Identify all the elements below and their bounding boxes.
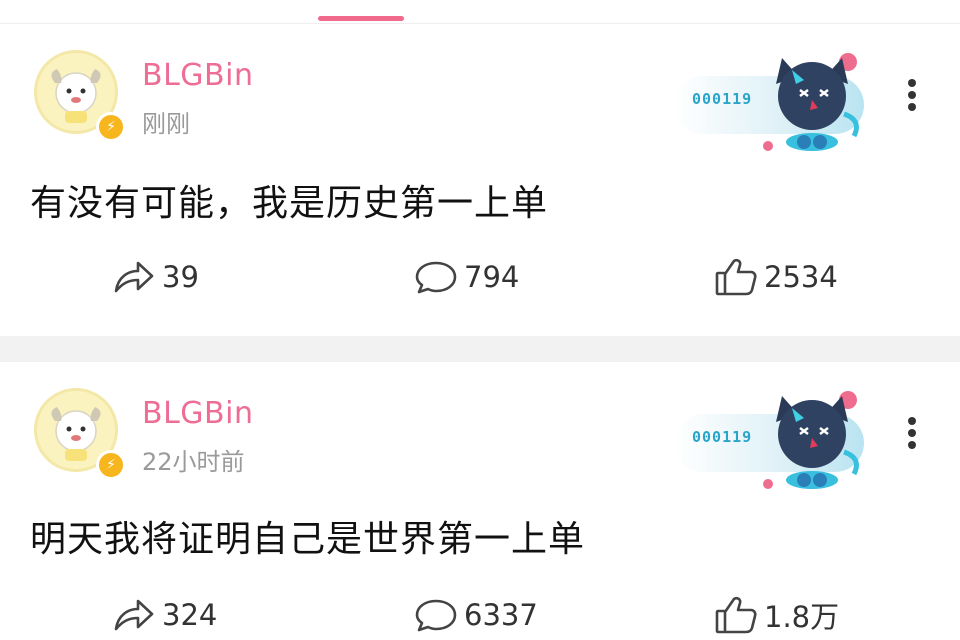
comment-button[interactable]: 794 [414,252,519,302]
fan-card[interactable]: 000119 [672,388,868,492]
share-arrow-icon [114,599,154,631]
like-count: 1.8万 [764,600,840,634]
share-button[interactable]: 39 [112,252,199,302]
share-button[interactable]: 324 [112,590,217,640]
more-dot [908,103,916,111]
thumbs-up-icon [715,258,757,296]
lightning-icon: ⚡ [96,450,126,480]
username[interactable]: BLGBin [142,58,253,93]
username[interactable]: BLGBin [142,396,253,431]
post-card[interactable]: ⚡ BLGBin 刚刚 000119 有没有可能，我是历史第一上单 39 794… [0,24,960,336]
avatar[interactable]: ⚡ [34,388,126,480]
share-arrow-icon [114,261,154,293]
like-button[interactable]: 1.8万 [714,590,839,640]
comment-count: 794 [464,260,520,294]
top-tab-bar [0,0,960,24]
cat-mascot-icon [763,391,859,489]
comment-button[interactable]: 6337 [414,590,538,640]
post-separator [0,336,960,362]
fan-card-number: 000119 [692,428,753,446]
post-actions: 324 6337 1.8万 [0,590,960,640]
more-dot [908,441,916,449]
more-options-button[interactable] [898,76,926,120]
post-timestamp: 刚刚 [142,110,190,138]
post-timestamp: 22小时前 [142,448,245,476]
share-count: 324 [162,598,218,632]
more-dot [908,429,916,437]
comment-bubble-icon [415,599,457,632]
active-tab-indicator [318,16,404,21]
like-button[interactable]: 2534 [714,252,838,302]
cat-mascot-icon [763,53,859,151]
thumbs-up-icon [715,596,757,634]
post-card[interactable]: ⚡ BLGBin 22小时前 000119 明天我将证明自己是世界第一上单 32… [0,362,960,634]
more-vertical-icon [908,79,916,87]
more-vertical-icon [908,417,916,425]
post-actions: 39 794 2534 [0,252,960,302]
comment-bubble-icon [415,261,457,294]
comment-count: 6337 [464,598,538,632]
avatar[interactable]: ⚡ [34,50,126,142]
like-count: 2534 [764,260,838,294]
post-content: 明天我将证明自己是世界第一上单 [30,519,586,560]
fan-card[interactable]: 000119 [672,50,868,154]
post-content: 有没有可能，我是历史第一上单 [30,183,549,224]
share-count: 39 [162,260,199,294]
lightning-icon: ⚡ [96,112,126,142]
fan-card-number: 000119 [692,90,753,108]
more-options-button[interactable] [898,414,926,458]
more-dot [908,91,916,99]
